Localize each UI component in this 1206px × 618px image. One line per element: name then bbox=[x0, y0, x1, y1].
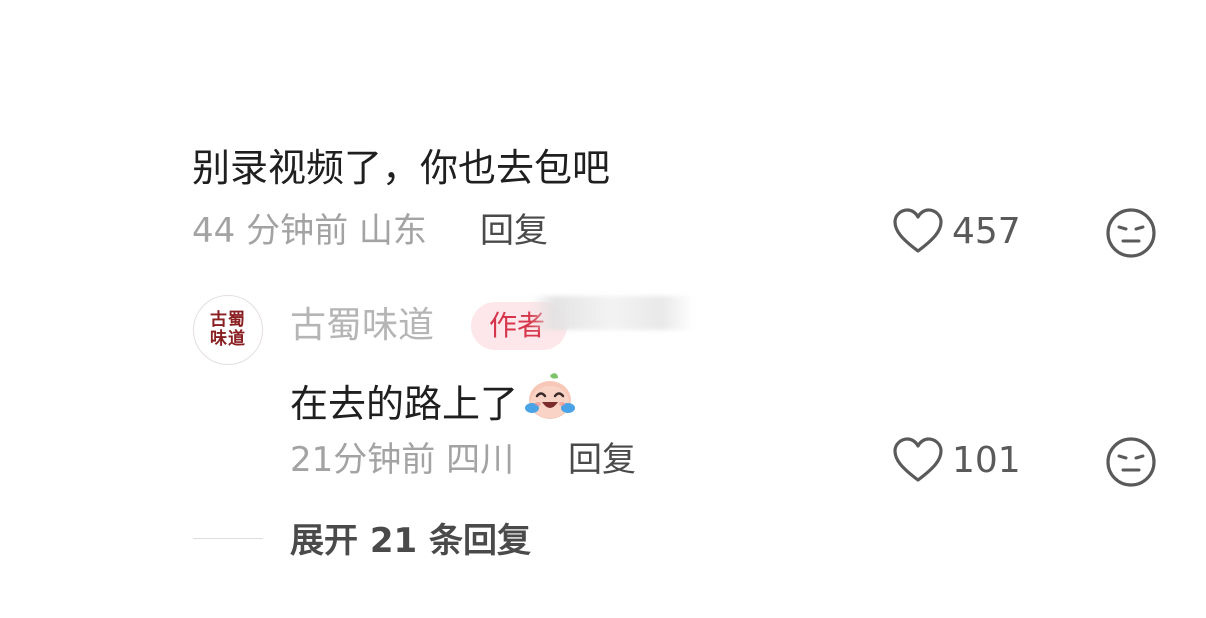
reply-like-button[interactable]: 101 bbox=[892, 436, 1021, 484]
comment-reply-button[interactable]: 回复 bbox=[480, 208, 548, 254]
comment-like-button[interactable]: 457 bbox=[892, 207, 1021, 255]
reply-author-name[interactable]: 古蜀味道 bbox=[290, 302, 434, 350]
comment-text: 别录视频了，你也去包吧 bbox=[192, 146, 611, 190]
avatar-logo: 古蜀 味道 bbox=[210, 310, 246, 349]
crying-laughing-emoji-icon bbox=[522, 372, 578, 435]
comment-dislike-button[interactable] bbox=[1105, 207, 1157, 263]
heart-icon bbox=[893, 437, 943, 482]
unamused-face-icon bbox=[1106, 208, 1156, 258]
reply-text: 在去的路上了 bbox=[290, 381, 519, 426]
comment-like-count: 457 bbox=[952, 210, 1021, 252]
comment-meta: 44 分钟前 山东 bbox=[192, 211, 427, 251]
unamused-face-icon bbox=[1106, 437, 1156, 487]
blurred-overlay bbox=[530, 296, 694, 330]
expand-replies-button[interactable]: 展开 21 条回复 bbox=[290, 518, 531, 564]
heart-icon bbox=[893, 208, 943, 253]
avatar[interactable]: 古蜀 味道 bbox=[193, 295, 263, 365]
reply-like-count: 101 bbox=[952, 439, 1021, 481]
reply-meta: 21分钟前 四川 bbox=[290, 440, 515, 480]
divider-line bbox=[193, 538, 263, 539]
reply-dislike-button[interactable] bbox=[1105, 436, 1157, 492]
reply-reply-button[interactable]: 回复 bbox=[568, 437, 636, 483]
reply-text-row: 在去的路上了 bbox=[290, 372, 578, 435]
